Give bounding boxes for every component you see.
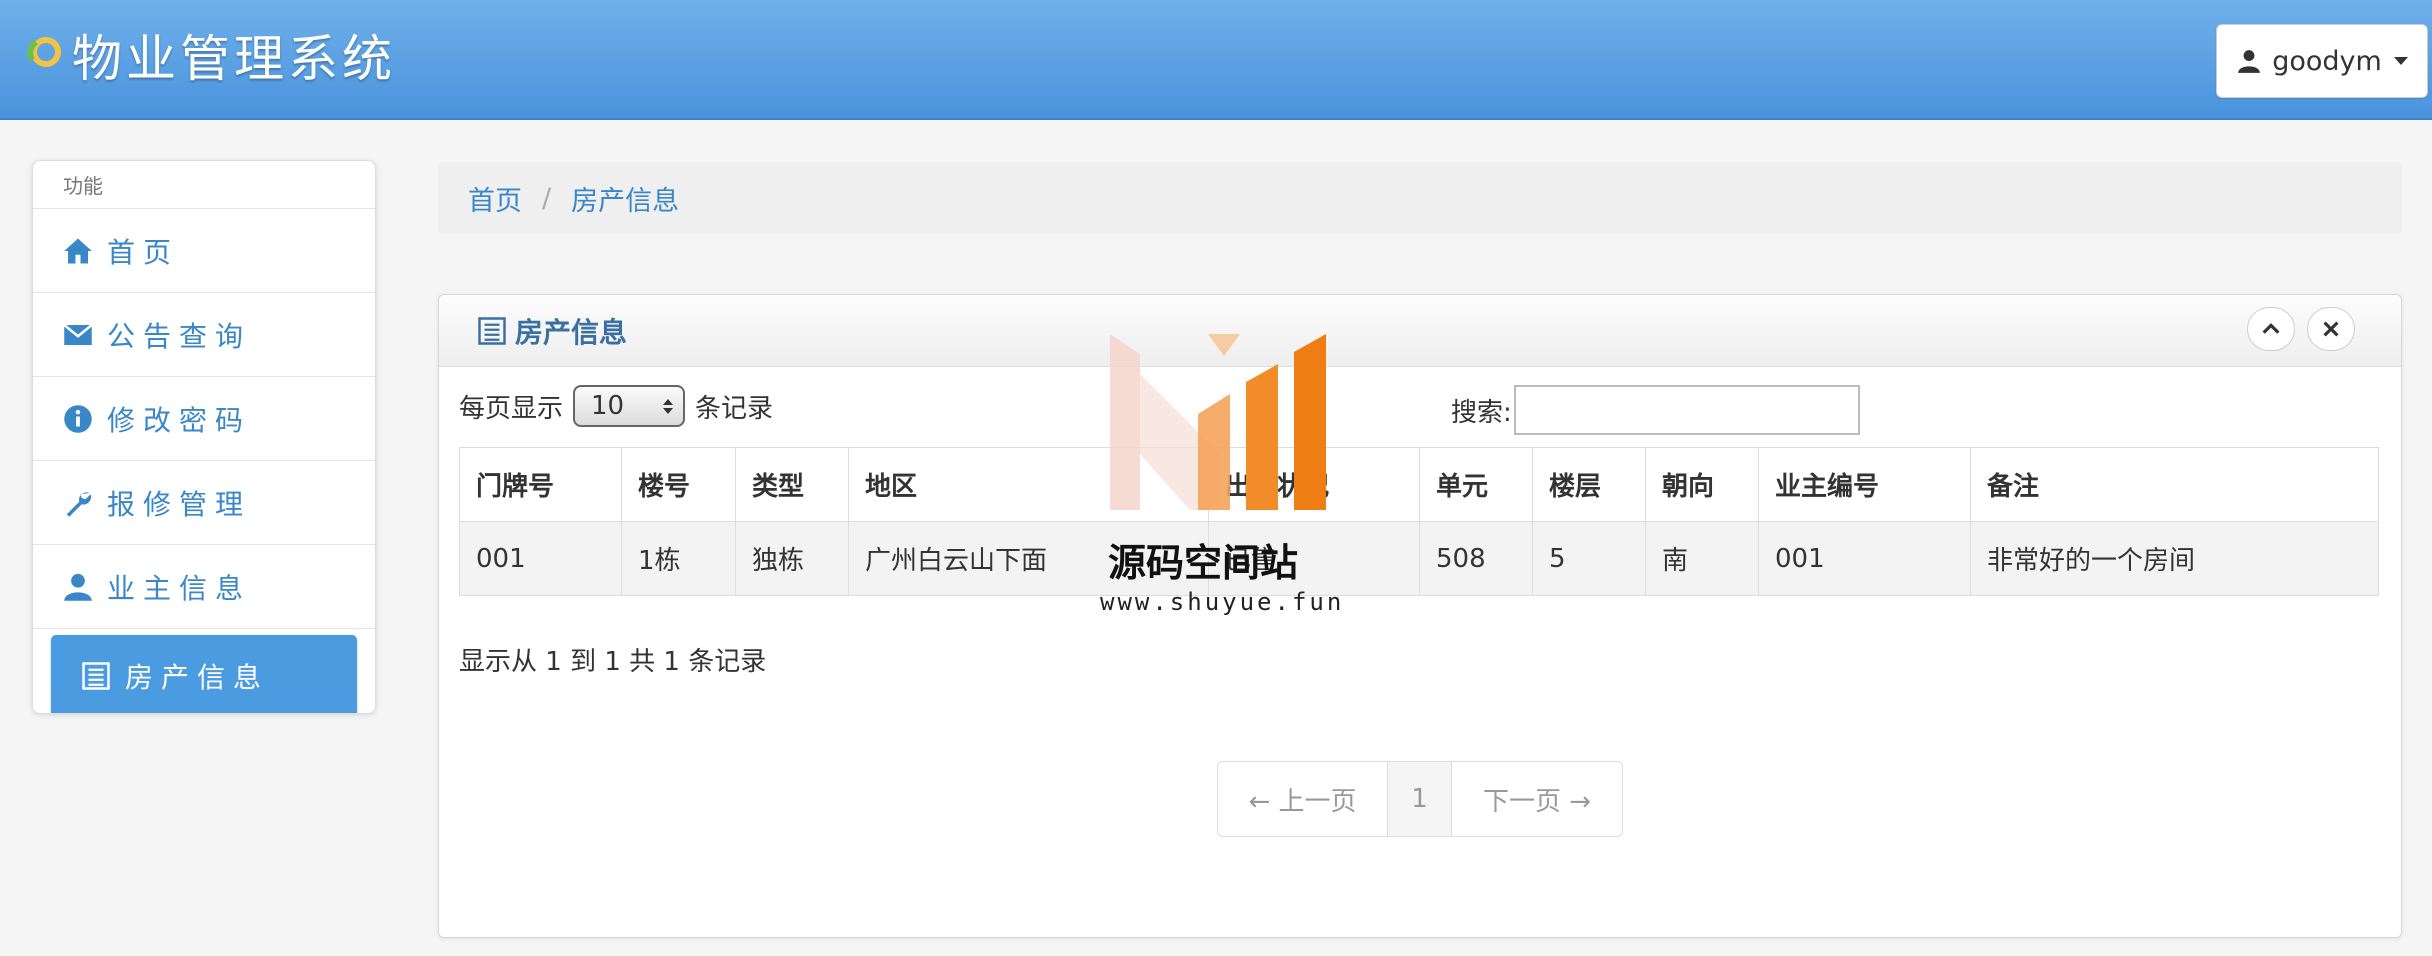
table-cell: 5	[1532, 521, 1646, 596]
username-label: goodym	[2272, 45, 2382, 77]
panel-title: 房产信息	[515, 315, 628, 349]
logo-icon	[27, 37, 61, 67]
search-control: 搜索:	[1451, 385, 1860, 435]
page-number-button[interactable]: 1	[1388, 762, 1452, 836]
page-size-prefix: 每页显示	[459, 393, 564, 424]
column-header[interactable]: 备注	[1970, 447, 2379, 522]
brand-title[interactable]: 物业管理系统	[72, 24, 396, 94]
watermark-url: www.shuyue.fun	[1100, 588, 1345, 616]
records-info: 显示从 1 到 1 共 1 条记录	[459, 647, 767, 677]
property-panel: 房产信息 每页显示 10 条记录 搜索: 门牌号 楼号 类型 地区 出售状况 单…	[438, 294, 2402, 938]
search-label: 搜索:	[1451, 397, 1512, 428]
breadcrumb: 首页 / 房产信息	[438, 162, 2402, 234]
table-header-row: 门牌号 楼号 类型 地区 出售状况 单元 楼层 朝向 业主编号 备注	[459, 447, 2379, 522]
next-page-button[interactable]: 下一页 →	[1452, 762, 1622, 836]
watermark-logo-icon	[1110, 334, 1326, 510]
info-icon	[64, 404, 92, 433]
column-header[interactable]: 类型	[735, 447, 849, 522]
table-cell: 001	[1758, 521, 1971, 596]
top-navbar: 物业管理系统 goodym	[0, 0, 2432, 120]
page-size-control: 每页显示 10 条记录	[459, 385, 773, 427]
list-icon	[82, 662, 110, 690]
column-header[interactable]: 楼号	[621, 447, 736, 522]
sidebar-heading: 功能	[33, 161, 375, 209]
close-button[interactable]	[2307, 307, 2355, 351]
sidebar-item-label: 首页	[107, 235, 180, 269]
sidebar-item-label: 房产信息	[125, 661, 270, 694]
table-cell: 508	[1419, 521, 1533, 596]
table-cell: 001	[459, 521, 622, 596]
sidebar-item-label: 业主信息	[107, 571, 252, 605]
chevron-up-icon	[2262, 323, 2280, 334]
column-header[interactable]: 业主编号	[1758, 447, 1971, 522]
collapse-button[interactable]	[2247, 307, 2295, 351]
sidebar-item-announcements[interactable]: 公告查询	[33, 293, 375, 377]
pagination: ← 上一页 1 下一页 →	[1217, 761, 1623, 837]
panel-header: 房产信息	[439, 295, 2401, 367]
wrench-icon	[66, 491, 92, 517]
watermark-title: 源码空间站	[1108, 541, 1299, 585]
column-header[interactable]: 朝向	[1645, 447, 1759, 522]
table-row[interactable]: 001 1栋 独栋 广州白云山下面 已售 508 5 南 001 非常好的一个房…	[459, 521, 2379, 596]
envelope-icon	[63, 323, 93, 345]
sidebar-item-repairs[interactable]: 报修管理	[33, 461, 375, 545]
user-menu-button[interactable]: goodym	[2216, 24, 2428, 98]
table-cell: 南	[1645, 521, 1759, 596]
breadcrumb-separator: /	[542, 182, 552, 214]
breadcrumb-home-link[interactable]: 首页	[468, 179, 522, 218]
watermark: 源码空间站 www.shuyue.fun	[1100, 334, 1341, 624]
prev-page-button[interactable]: ← 上一页	[1218, 762, 1388, 836]
list-icon	[478, 316, 506, 345]
table-cell: 非常好的一个房间	[1970, 521, 2379, 596]
page-size-suffix: 条记录	[695, 393, 774, 424]
user-icon	[64, 573, 92, 601]
chevron-down-icon	[2393, 57, 2408, 65]
user-icon	[2238, 50, 2261, 73]
page-size-select[interactable]: 10	[573, 385, 686, 427]
sidebar-item-owners[interactable]: 业主信息	[33, 545, 375, 629]
table-cell: 1栋	[621, 521, 736, 596]
sidebar-item-label: 报修管理	[107, 487, 252, 521]
sidebar-item-change-password[interactable]: 修改密码	[33, 377, 375, 461]
page-size-value: 10	[591, 391, 625, 421]
column-header[interactable]: 门牌号	[459, 447, 622, 522]
breadcrumb-current-link[interactable]: 房产信息	[571, 179, 679, 218]
select-arrows-icon	[663, 398, 674, 414]
sidebar-item-label: 公告查询	[107, 319, 252, 353]
search-input[interactable]	[1513, 385, 1860, 435]
home-icon	[64, 238, 92, 263]
close-icon	[2323, 321, 2339, 337]
property-table: 门牌号 楼号 类型 地区 出售状况 单元 楼层 朝向 业主编号 备注 001 1…	[459, 447, 2379, 596]
sidebar-item-label: 修改密码	[107, 403, 252, 437]
column-header[interactable]: 楼层	[1532, 447, 1646, 522]
sidebar-item-home[interactable]: 首页	[33, 209, 375, 293]
table-cell: 独栋	[735, 521, 849, 596]
sidebar-item-properties[interactable]: 房产信息	[51, 635, 357, 713]
column-header[interactable]: 单元	[1419, 447, 1533, 522]
sidebar: 功能 首页 公告查询 修改密码 报修管理 业主信息 房产信息	[32, 160, 376, 714]
